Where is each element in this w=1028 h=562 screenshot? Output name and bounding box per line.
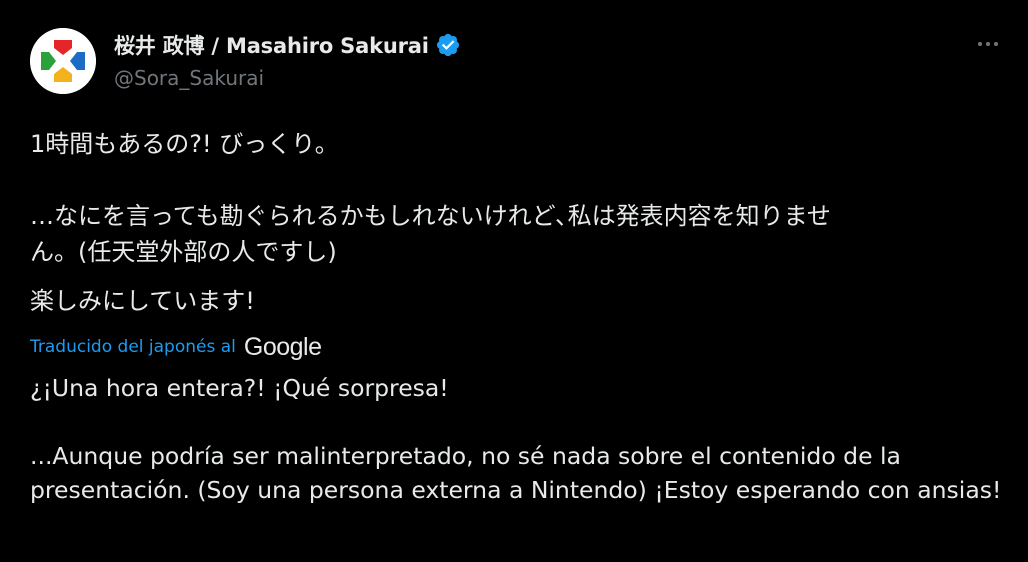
author-handle[interactable]: @Sora_Sakurai xyxy=(114,66,264,90)
google-logo: Google xyxy=(243,332,322,361)
cross-logo-icon xyxy=(30,28,96,94)
translation-text-paragraph: ...Aunque podría ser malinterpretado, no… xyxy=(30,442,1002,504)
display-name[interactable]: 桜井 政博 / Masahiro Sakurai xyxy=(114,30,429,60)
tweet-text-line: ん。(任天堂外部の人ですし) xyxy=(30,238,337,266)
translation-text-line: ¿¡Una hora entera?! ¡Qué sorpresa! xyxy=(30,374,449,402)
more-options-button[interactable] xyxy=(968,30,1008,58)
avatar[interactable] xyxy=(30,28,96,94)
tweet-text-line: 楽しみにしています! xyxy=(30,287,255,315)
verified-badge-icon xyxy=(436,33,459,57)
tweet-text-line: 1時間もあるの?! びっくり。 xyxy=(30,130,339,158)
tweet-text-line: …なにを言っても勘ぐられるかもしれないけれど､私は発表内容を知りませ xyxy=(30,202,831,230)
more-dot xyxy=(986,42,990,46)
translation-attribution: Traducido del japonés al Google xyxy=(30,332,322,362)
author-name-row[interactable]: 桜井 政博 / Masahiro Sakurai xyxy=(114,30,461,60)
translated-from-link[interactable]: Traducido del japonés al xyxy=(30,337,236,357)
more-dot xyxy=(994,42,998,46)
tweet-card: 桜井 政博 / Masahiro Sakurai @Sora_Sakurai 1… xyxy=(0,0,1028,562)
more-horizontal-icon xyxy=(978,42,982,46)
